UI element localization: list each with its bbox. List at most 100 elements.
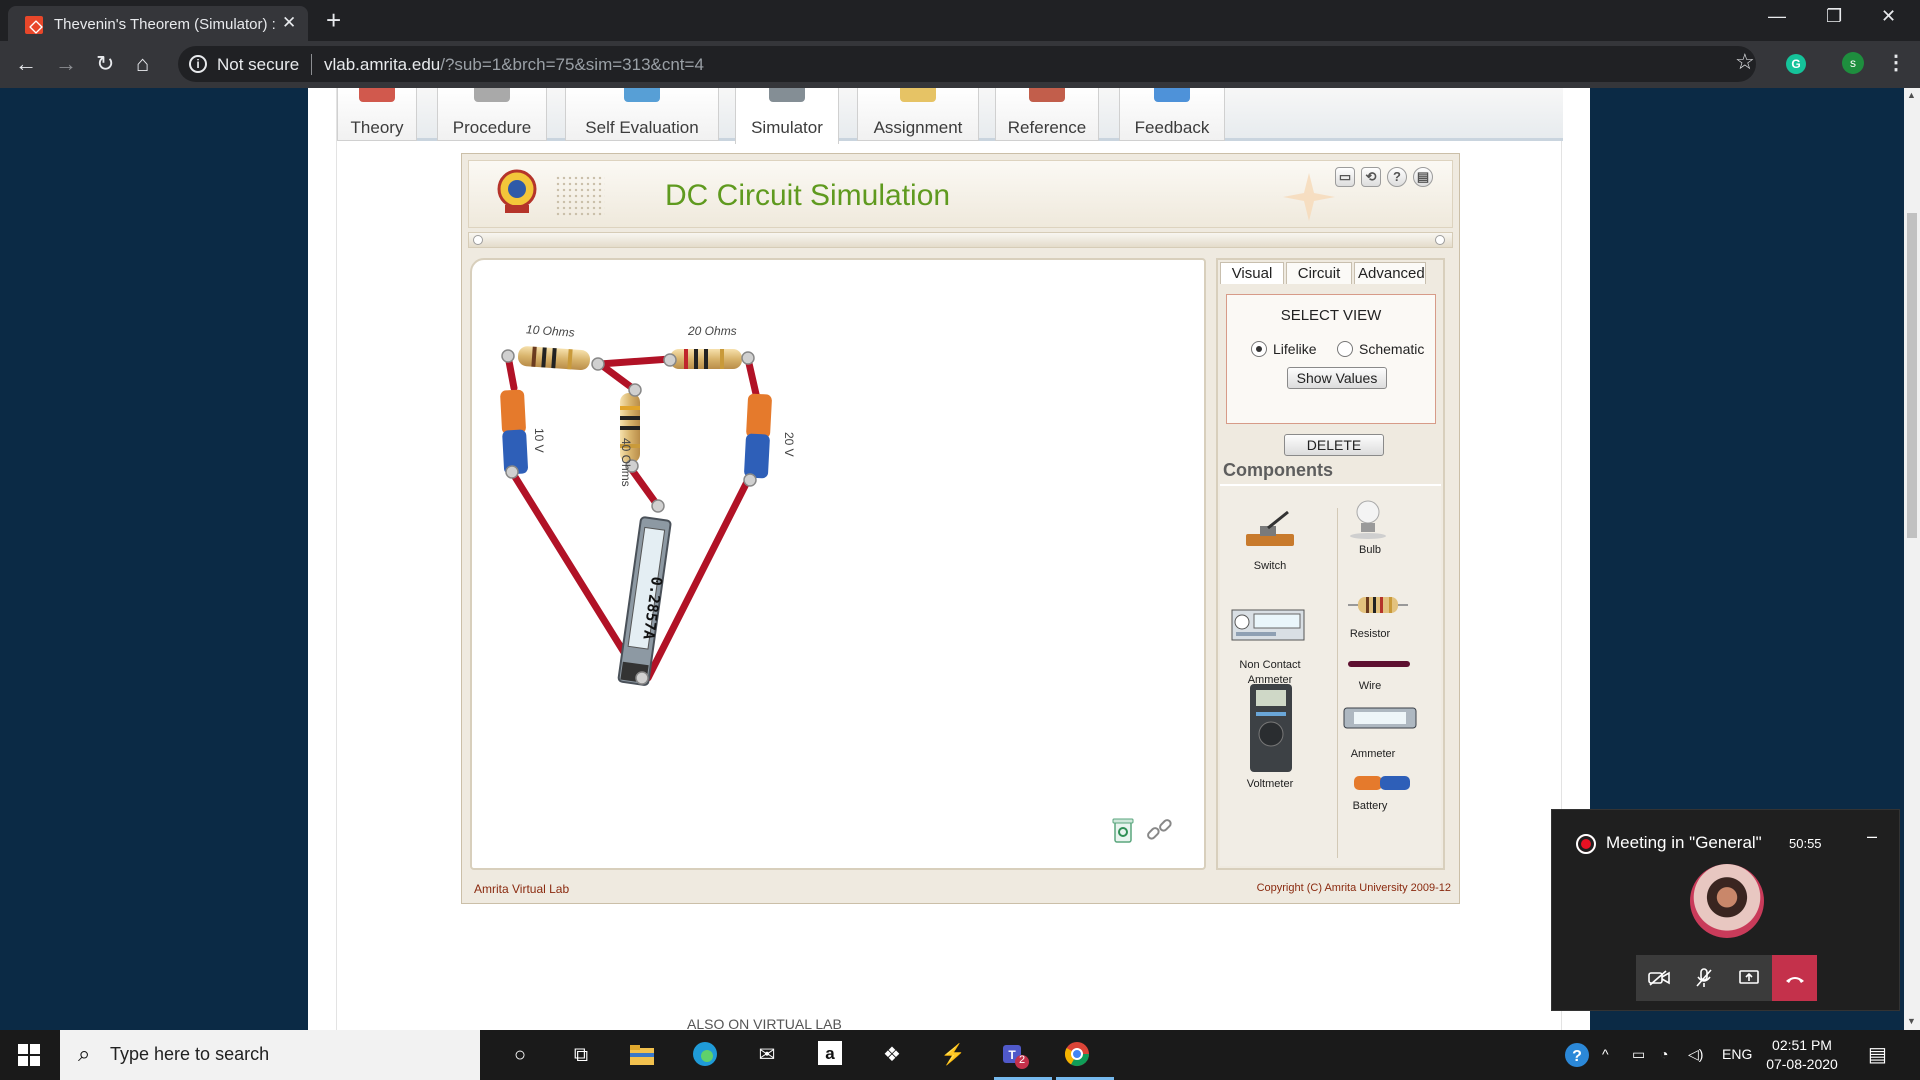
fullscreen-icon[interactable]: ▤: [1413, 167, 1433, 187]
taskbar-search[interactable]: ⌕ Type here to search: [60, 1030, 480, 1080]
circuit-canvas[interactable]: 10 Ohms 20 Ohms 40 Ohms 10 V 20 V 0.2857…: [470, 258, 1206, 870]
browser-tab[interactable]: Thevenin's Theorem (Simulator) : ✕: [8, 6, 308, 41]
non-contact-ammeter-icon[interactable]: [1230, 608, 1306, 642]
bulb-label: Bulb: [1358, 544, 1382, 556]
footer-left: Amrita Virtual Lab: [474, 882, 570, 896]
show-values-button[interactable]: Show Values: [1287, 367, 1387, 389]
tab-circuit[interactable]: Circuit: [1286, 262, 1352, 284]
windows-start-icon[interactable]: [18, 1044, 40, 1066]
wire[interactable]: [508, 468, 644, 682]
bulb-icon[interactable]: [1346, 496, 1390, 540]
tab-close-icon[interactable]: ✕: [282, 13, 296, 33]
battery-20v[interactable]: [744, 393, 772, 479]
teams-icon[interactable]: T 2: [1000, 1040, 1030, 1070]
browser-menu-icon[interactable]: ⋮: [1886, 50, 1906, 75]
language-indicator[interactable]: ENG: [1722, 1046, 1752, 1062]
battery-icon[interactable]: [1352, 774, 1412, 792]
scroll-right-knob[interactable]: [1435, 235, 1445, 245]
forward-arrow-icon[interactable]: →: [55, 51, 77, 77]
mail-icon[interactable]: ✉: [752, 1040, 782, 1070]
back-arrow-icon[interactable]: ←: [15, 51, 37, 77]
help-tray-icon[interactable]: ?: [1564, 1042, 1590, 1071]
task-view-icon[interactable]: ⧉: [566, 1040, 596, 1070]
new-tab-button[interactable]: +: [326, 5, 341, 36]
lab-tabs: Theory Procedure Self Evaluation Simulat…: [337, 88, 1563, 144]
scroll-left-knob[interactable]: [473, 235, 483, 245]
camera-off-icon[interactable]: [1636, 955, 1681, 1001]
wire-icon[interactable]: [1348, 660, 1410, 668]
battery-tray-icon[interactable]: ▭: [1632, 1046, 1645, 1063]
tab-procedure[interactable]: Procedure: [437, 88, 547, 141]
bookmark-star-icon[interactable]: ☆: [1735, 49, 1755, 75]
tab-visual[interactable]: Visual: [1220, 262, 1284, 284]
address-bar[interactable]: i Not secure vlab.amrita.edu/?sub=1&brch…: [178, 46, 1756, 82]
clock-date: 07-08-2020: [1766, 1056, 1838, 1072]
profile-avatar[interactable]: s: [1842, 52, 1864, 74]
home-icon[interactable]: ⌂: [136, 51, 149, 77]
amazon-icon[interactable]: a: [815, 1040, 845, 1070]
app-icon[interactable]: ⚡: [938, 1040, 968, 1070]
switch-icon[interactable]: [1242, 510, 1298, 550]
grammarly-extension-icon[interactable]: G: [1786, 54, 1806, 74]
dc-circuit-simulator: DC Circuit Simulation ▭ ⟲ ? ▤ 10 Ohms 20…: [461, 153, 1460, 904]
dropbox-icon[interactable]: ❖: [877, 1040, 907, 1070]
tab-label: Reference: [1007, 118, 1087, 137]
tab-theory[interactable]: Theory: [337, 88, 417, 141]
radio-lifelike[interactable]: [1251, 341, 1267, 357]
radio-schematic-label[interactable]: Schematic: [1359, 341, 1424, 357]
scroll-down-icon[interactable]: ▼: [1907, 1016, 1916, 1026]
link-icon[interactable]: [1144, 816, 1176, 846]
reload-icon[interactable]: ↻: [96, 51, 114, 77]
radio-lifelike-label[interactable]: Lifelike: [1273, 341, 1317, 357]
help-icon[interactable]: ?: [1387, 167, 1407, 187]
resistor-icon[interactable]: [1348, 592, 1408, 618]
security-label[interactable]: Not secure: [217, 55, 299, 75]
tab-self-evaluation[interactable]: Self Evaluation: [565, 88, 719, 141]
tray-chevron-icon[interactable]: ^: [1602, 1046, 1609, 1062]
share-screen-icon[interactable]: [1726, 955, 1771, 1001]
scrollbar-thumb[interactable]: [1907, 213, 1917, 538]
load-icon[interactable]: ⟲: [1361, 167, 1381, 187]
battery-10v[interactable]: [500, 389, 528, 475]
mic-off-icon[interactable]: [1681, 955, 1726, 1001]
sparkle-icon: [1283, 173, 1335, 221]
hang-up-icon[interactable]: [1772, 955, 1817, 1001]
meeting-overlay[interactable]: Meeting in "General" 50:55 –: [1551, 809, 1900, 1011]
theory-icon: [359, 88, 395, 102]
clock[interactable]: 02:51 PM 07-08-2020: [1764, 1036, 1840, 1074]
wire[interactable]: [596, 355, 674, 368]
wifi-icon[interactable]: ◔: [1660, 1046, 1668, 1062]
file-explorer-icon[interactable]: [627, 1040, 657, 1070]
restore-window-icon[interactable]: ❐: [1826, 6, 1842, 27]
minimize-meeting-icon[interactable]: –: [1867, 826, 1877, 847]
info-icon[interactable]: i: [189, 55, 207, 73]
radio-schematic[interactable]: [1337, 341, 1353, 357]
tab-simulator[interactable]: Simulator: [735, 88, 839, 144]
cortana-icon[interactable]: ○: [505, 1040, 535, 1070]
chrome-icon[interactable]: [1062, 1040, 1092, 1070]
save-icon[interactable]: ▭: [1335, 167, 1355, 187]
content-panel: Theory Procedure Self Evaluation Simulat…: [308, 88, 1590, 1030]
tab-label: Theory: [350, 118, 404, 137]
notifications-icon[interactable]: ▤: [1868, 1042, 1887, 1067]
url-text[interactable]: vlab.amrita.edu/?sub=1&brch=75&sim=313&c…: [324, 55, 704, 75]
wire-label: Wire: [1358, 680, 1382, 692]
ammeter-icon[interactable]: [1342, 706, 1418, 730]
tab-assignment[interactable]: Assignment: [857, 88, 979, 141]
tab-advanced[interactable]: Advanced: [1354, 262, 1426, 284]
tab-reference[interactable]: Reference: [995, 88, 1099, 141]
close-window-icon[interactable]: ✕: [1881, 6, 1896, 27]
volume-icon[interactable]: ◁): [1688, 1046, 1703, 1063]
edge-icon[interactable]: [690, 1040, 720, 1070]
page-scrollbar[interactable]: ▲ ▼: [1904, 88, 1920, 1030]
voltmeter-label: Voltmeter: [1246, 778, 1294, 790]
voltmeter-icon[interactable]: [1248, 682, 1294, 774]
resistor-20-ohms[interactable]: [670, 349, 742, 369]
delete-button[interactable]: DELETE: [1284, 434, 1384, 456]
minimize-window-icon[interactable]: —: [1768, 6, 1786, 27]
resistor-10-ohms[interactable]: [517, 346, 590, 371]
tab-feedback[interactable]: Feedback: [1119, 88, 1225, 141]
recycle-bin-icon[interactable]: [1112, 816, 1134, 844]
simulator-scrollbar[interactable]: [468, 232, 1453, 248]
scroll-up-icon[interactable]: ▲: [1907, 90, 1916, 100]
